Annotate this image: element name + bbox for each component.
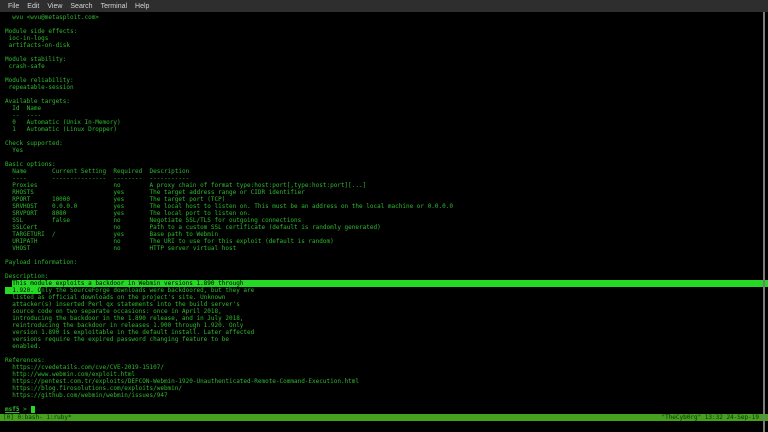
terminal-line: ---- --------------- -------- ----------… [5, 175, 768, 182]
terminal-line: ioc-in-logs [5, 35, 768, 42]
tmux-window-list: [0] 0:bash- 1:ruby* [3, 414, 72, 421]
menu-edit[interactable]: Edit [23, 3, 43, 10]
terminal-line: VHOST no HTTP server virtual host [5, 245, 768, 252]
terminal-line [5, 21, 768, 28]
terminal-line: versions require the expired password ch… [5, 336, 768, 343]
terminal-line: http://www.webmin.com/exploit.html [5, 371, 768, 378]
terminal-line: Module side effects: [5, 28, 768, 35]
selected-text: 1.920. O [5, 287, 41, 294]
tmux-host-time: "TheCyb0rg" 13:32 24-Sep-19 [661, 414, 759, 421]
terminal-line [5, 266, 768, 273]
text-cursor [31, 406, 35, 413]
terminal-line: https://blog.firosolutions.com/exploits/… [5, 385, 768, 392]
menu-view[interactable]: View [43, 3, 66, 10]
terminal-window: File Edit View Search Terminal Help wvu … [0, 0, 768, 432]
text-segment: nly the SourceForge downloads were backd… [41, 287, 254, 294]
terminal-line: Name Current Setting Required Descriptio… [5, 168, 768, 175]
terminal-line: Yes [5, 147, 768, 154]
terminal-line: https://github.com/webmin/webmin/issues/… [5, 392, 768, 399]
prompt-line: msf5 > [5, 406, 768, 413]
terminal-line: SSL false no Negotiate SSL/TLS for outgo… [5, 217, 768, 224]
prompt-label: msf5 [5, 406, 19, 413]
terminal-line: reintroducing the backdoor in releases 1… [5, 322, 768, 329]
terminal-line: Available targets: [5, 98, 768, 105]
prompt-suffix: > [19, 406, 30, 413]
terminal-line: artifacts-on-disk [5, 42, 768, 49]
terminal-line: https://cvedetails.com/cve/CVE-2019-1510… [5, 364, 768, 371]
tmux-status-bar: [0] 0:bash- 1:ruby* "TheCyb0rg" 13:32 24… [0, 414, 768, 421]
terminal-line: Basic options: [5, 161, 768, 168]
menu-file[interactable]: File [4, 3, 23, 10]
terminal-line: References: [5, 357, 768, 364]
terminal-line: repeatable-session [5, 84, 768, 91]
terminal-line: Description: [5, 273, 768, 280]
terminal-line [5, 399, 768, 406]
menu-terminal[interactable]: Terminal [97, 3, 131, 10]
terminal-line: -- ---- [5, 112, 768, 119]
menu-search[interactable]: Search [66, 3, 96, 10]
terminal-line: wvu <wvu@metasploit.com> [5, 14, 768, 21]
terminal-line: version 1.890 is exploitable in the defa… [5, 329, 768, 336]
scrollbar[interactable] [763, 12, 765, 432]
terminal-line: Proxies no A proxy chain of format type:… [5, 182, 768, 189]
terminal-line [5, 49, 768, 56]
terminal-output: wvu <wvu@metasploit.com> Module side effe… [5, 14, 768, 406]
menu-help[interactable]: Help [131, 3, 153, 10]
terminal-line [5, 70, 768, 77]
selected-text: This module exploits a backdoor in Webmi… [12, 280, 768, 287]
terminal-line: crash-safe [5, 63, 768, 70]
terminal-screen[interactable]: wvu <wvu@metasploit.com> Module side effe… [0, 12, 768, 432]
terminal-line: RPORT 10000 yes The target port (TCP) [5, 196, 768, 203]
terminal-line [5, 350, 768, 357]
terminal-line: Id Name [5, 105, 768, 112]
terminal-line: Check supported: [5, 140, 768, 147]
terminal-line: SSLCert no Path to a custom SSL certific… [5, 224, 768, 231]
terminal-line: RHOSTS yes The target address range or C… [5, 189, 768, 196]
terminal-line: 1.920. Only the SourceForge downloads we… [5, 287, 768, 294]
terminal-line [5, 133, 768, 140]
terminal-line: attacker(s) inserted Perl qx statements … [5, 301, 768, 308]
terminal-line: 0 Automatic (Unix In-Memory) [5, 119, 768, 126]
terminal-line: listed as official downloads on the proj… [5, 294, 768, 301]
terminal-line: Module reliability: [5, 77, 768, 84]
terminal-line: SRVPORT 8080 yes The local port to liste… [5, 210, 768, 217]
terminal-line: SRVHOST 0.0.0.0 yes The local host to li… [5, 203, 768, 210]
terminal-line: This module exploits a backdoor in Webmi… [5, 280, 768, 287]
text-segment [5, 280, 12, 287]
terminal-line: URIPATH no The URI to use for this explo… [5, 238, 768, 245]
terminal-line: Module stability: [5, 56, 768, 63]
terminal-line: TARGETURI / yes Base path to Webmin [5, 231, 768, 238]
terminal-line [5, 91, 768, 98]
terminal-line: https://pentest.com.tr/exploits/DEFCON-W… [5, 378, 768, 385]
terminal-line [5, 154, 768, 161]
menu-bar: File Edit View Search Terminal Help [0, 0, 768, 12]
terminal-line: source code on two separate occasions: o… [5, 308, 768, 315]
terminal-line: 1 Automatic (Linux Dropper) [5, 126, 768, 133]
terminal-line [5, 252, 768, 259]
terminal-line: introducing the backdoor in the 1.890 re… [5, 315, 768, 322]
terminal-line: Payload information: [5, 259, 768, 266]
terminal-line: enabled. [5, 343, 768, 350]
